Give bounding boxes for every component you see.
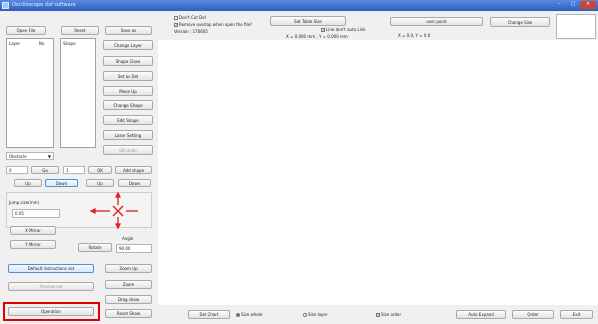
- jump-size-label: Jump size(mm): [9, 200, 40, 205]
- order-button[interactable]: Order: [512, 310, 554, 319]
- center-cross-icon[interactable]: [112, 205, 124, 217]
- change-size-button[interactable]: Change Size: [490, 17, 550, 27]
- size-whole-option[interactable]: Size whole: [236, 312, 262, 317]
- mode-select-value: Obstacle: [9, 153, 27, 159]
- one-field[interactable]: 1: [63, 166, 85, 174]
- chevron-down-icon: ▼: [47, 154, 51, 159]
- change-shape-button[interactable]: Change Shape: [103, 100, 153, 110]
- size-layer-option[interactable]: Size layer: [303, 312, 328, 317]
- size-layer-radio[interactable]: [303, 313, 307, 317]
- version-label: Version : 170605: [174, 29, 208, 34]
- shape-list[interactable]: Shape: [60, 38, 96, 148]
- remove-overlap-label: Remove overlap when open the file?: [179, 22, 253, 27]
- cursor-coordinates: X = 0.000 mm , Y = 0.000 mm: [286, 34, 348, 39]
- remove-overlap-checkbox[interactable]: ✓: [174, 23, 178, 27]
- down-button-1[interactable]: Down: [45, 179, 78, 187]
- rotate-button[interactable]: Rotate: [78, 243, 112, 252]
- undo-button[interactable]: OK Undo: [103, 145, 153, 155]
- drag-show-button[interactable]: Drag show: [105, 295, 152, 304]
- laser-setting-button[interactable]: Laser Setting: [103, 130, 153, 140]
- up-button-2[interactable]: Up: [86, 179, 114, 187]
- edit-shape-button[interactable]: Edit Shape: [103, 115, 153, 125]
- change-layer-button[interactable]: Change Layer: [103, 40, 153, 50]
- dont-cut-del-option[interactable]: Don't Cut Del: [174, 15, 206, 20]
- operation-button[interactable]: Operation: [8, 307, 94, 316]
- up-button-1[interactable]: Up: [14, 179, 42, 187]
- preview-set-button[interactable]: Preview set: [8, 282, 94, 291]
- left-arrow-icon[interactable]: [89, 207, 110, 215]
- column-header-layer: Layer: [9, 41, 21, 46]
- line-auto-link-checkbox[interactable]: ✓: [321, 28, 325, 32]
- up-arrow-icon[interactable]: [114, 192, 122, 205]
- save-as-button[interactable]: Save as: [105, 26, 152, 35]
- auto-expand-button[interactable]: Auto Expand: [456, 310, 506, 319]
- zero-field[interactable]: 0: [6, 166, 28, 174]
- size-layer-label: Size layer: [308, 312, 328, 317]
- layer-list[interactable]: Layer No: [6, 38, 54, 148]
- line-auto-link-label: Line don't auto Link: [326, 27, 366, 32]
- go-button[interactable]: Go: [31, 166, 59, 174]
- size-order-checkbox[interactable]: ✓: [376, 313, 380, 317]
- mode-select[interactable]: Obstacle ▼: [6, 152, 54, 160]
- line-auto-link-option[interactable]: ✓Line don't auto Link: [321, 27, 366, 32]
- user-point-coordinates: X = 0.0, Y = 0.0: [398, 33, 431, 38]
- close-button[interactable]: ✕: [580, 1, 596, 9]
- jump-size-input[interactable]: 0.05: [12, 209, 60, 218]
- direction-arrows: [89, 192, 138, 230]
- angle-label: Angle: [122, 236, 134, 241]
- size-preview-box: [556, 14, 596, 39]
- maximize-button[interactable]: □: [567, 1, 579, 9]
- set-as-del-button[interactable]: Set as Del: [103, 71, 153, 81]
- open-file-button[interactable]: Open File: [6, 26, 46, 35]
- window-title: Oscilloscope dxf software: [12, 2, 76, 8]
- column-header-no: No: [39, 41, 45, 46]
- size-whole-radio[interactable]: [236, 313, 240, 317]
- reset-button[interactable]: Reset: [61, 26, 99, 35]
- zoom-up-button[interactable]: Zoom Up: [105, 264, 152, 273]
- dont-cut-del-checkbox[interactable]: [174, 16, 178, 20]
- angle-input[interactable]: 90.00: [116, 244, 152, 253]
- x-mirror-button[interactable]: X Mirror: [10, 226, 56, 235]
- user-point-button[interactable]: user point: [390, 17, 483, 26]
- title-bar: Oscilloscope dxf software – □ ✕: [0, 0, 598, 11]
- zoom-button[interactable]: Zoom: [105, 280, 152, 289]
- y-mirror-button[interactable]: Y Mirror: [10, 240, 56, 249]
- set-table-size-button[interactable]: Set Table Size: [270, 16, 346, 26]
- move-up-button[interactable]: Move Up: [103, 86, 153, 96]
- exit-button[interactable]: Exit: [560, 310, 593, 319]
- column-header-shape: Shape: [63, 41, 76, 46]
- drawing-canvas[interactable]: [158, 40, 598, 305]
- app-icon: [2, 2, 9, 9]
- down-button-2[interactable]: Down: [118, 179, 151, 187]
- remove-overlap-option[interactable]: ✓Remove overlap when open the file?: [174, 22, 252, 27]
- reset-show-button[interactable]: Reset Show: [105, 309, 152, 318]
- ok-button[interactable]: OK: [88, 166, 112, 174]
- del-chart-button[interactable]: Del Chart: [188, 310, 230, 319]
- add-shape-button[interactable]: Add shape: [115, 166, 152, 174]
- minimize-button[interactable]: –: [553, 1, 566, 9]
- dont-cut-del-label: Don't Cut Del: [179, 15, 206, 20]
- size-order-option[interactable]: ✓Size order: [376, 312, 401, 317]
- size-order-label: Size order: [381, 312, 402, 317]
- default-instructions-button[interactable]: Default instructions set: [8, 264, 94, 273]
- shape-close-button[interactable]: Shape Close: [103, 56, 153, 66]
- down-arrow-icon[interactable]: [114, 217, 122, 230]
- size-whole-label: Size whole: [241, 312, 263, 317]
